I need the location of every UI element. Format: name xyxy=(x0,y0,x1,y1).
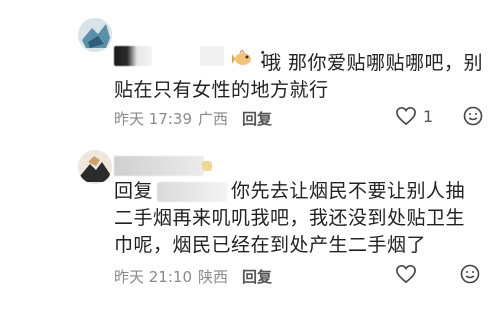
smiley-face-icon[interactable] xyxy=(460,264,480,284)
heart-outline-icon[interactable] xyxy=(395,106,417,126)
comment-meta: 昨天 21:10 陕西 回复 xyxy=(114,266,272,287)
avatar-image-icon xyxy=(78,150,112,184)
sticker-icon xyxy=(200,158,222,176)
comment-actions: 1 xyxy=(395,106,483,126)
avatar-image-icon xyxy=(78,18,112,52)
username-blurred[interactable] xyxy=(114,156,204,176)
smiley-face-icon[interactable] xyxy=(463,106,483,126)
comment-time: 昨天 21:10 xyxy=(114,268,192,286)
avatar[interactable] xyxy=(78,18,112,52)
reply-button[interactable]: 回复 xyxy=(242,108,272,129)
avatar[interactable] xyxy=(78,150,112,184)
reply-button[interactable]: 回复 xyxy=(242,266,272,287)
comment-body: 哦 那你爱贴哪贴哪吧，别贴在只有女性的地方就行 xyxy=(114,52,484,101)
comment-actions xyxy=(395,264,480,284)
heart-outline-icon[interactable] xyxy=(395,264,417,284)
comment-meta: 昨天 17:39 广西 回复 xyxy=(114,108,272,129)
like-count: 1 xyxy=(423,106,434,126)
comment-location: 陕西 xyxy=(198,268,229,286)
comment-body: 回复 你先去让烟民不要让别人抽二手烟再来叽叽我吧，我还没到处贴卫生巾呢，烟民已经在… xyxy=(114,178,484,259)
comment-location: 广西 xyxy=(198,110,229,128)
reply-prefix: 回复 xyxy=(114,180,154,202)
comment-time: 昨天 17:39 xyxy=(114,110,192,128)
mentioned-user-blurred[interactable] xyxy=(157,181,228,202)
